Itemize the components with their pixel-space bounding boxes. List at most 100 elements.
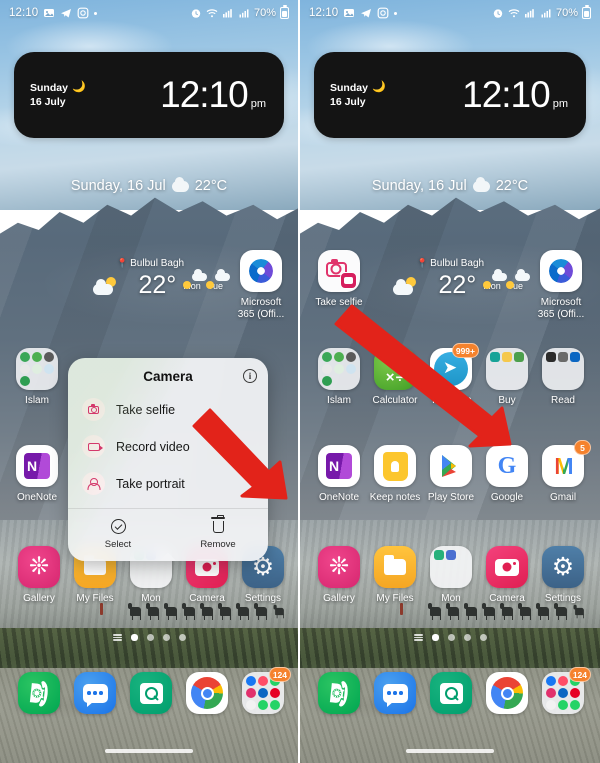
gallery-icon: ❊ <box>18 546 60 588</box>
bottom-dock-messages[interactable] <box>366 672 424 714</box>
weather-widget[interactable]: 📍 Bulbul Bagh 22° Mon Tue <box>78 258 231 300</box>
app-label: Read <box>551 395 575 406</box>
dot-icon <box>94 11 98 15</box>
bottom-dock-finder[interactable] <box>422 672 480 714</box>
read-folder-icon <box>542 348 584 390</box>
clock-widget[interactable]: Sunday 🌙 16 July 12:10 pm <box>314 52 586 138</box>
remove-button[interactable]: Remove <box>168 509 268 561</box>
home-lines-icon[interactable] <box>112 634 122 641</box>
bottom-dock-phone[interactable]: ☎ <box>10 672 68 714</box>
weather-summary-line[interactable]: Sunday, 16 Jul 22°C <box>300 176 600 194</box>
app-google[interactable]: G Google <box>478 445 536 504</box>
bottom-dock-messages[interactable] <box>66 672 124 714</box>
battery-percent: 70% <box>555 7 578 19</box>
app-gmail[interactable]: M 5 Gmail <box>534 440 592 504</box>
app-keep-notes[interactable]: Keep notes <box>366 445 424 504</box>
my-files-icon <box>374 546 416 588</box>
page-dot[interactable] <box>162 634 170 641</box>
microsoft-365-icon <box>540 250 582 292</box>
dock-item-settings[interactable]: ⚙ Settings <box>534 546 592 605</box>
page-dot[interactable] <box>146 634 154 641</box>
left-phone-panel: 12:10 70% Sunday 🌙 16 July 12:10 pm Sund… <box>0 0 300 763</box>
weather-date-text: Sunday, 16 Jul <box>371 178 467 194</box>
signal2-icon <box>238 7 250 19</box>
page-dot-active[interactable] <box>431 634 439 641</box>
weather-summary-line[interactable]: Sunday, 16 Jul 22°C <box>0 176 298 194</box>
page-dot[interactable] <box>178 634 186 641</box>
dock-item-camera[interactable]: Camera <box>478 546 536 605</box>
signal-icon <box>222 7 234 19</box>
select-button[interactable]: Select <box>68 509 168 561</box>
app-label: Microsoft 365 (Offi... <box>237 297 285 320</box>
app-play-store[interactable]: Play Store <box>422 445 480 504</box>
gallery-icon: ❊ <box>318 546 360 588</box>
mon-folder-icon <box>430 546 472 588</box>
alarm-icon <box>492 7 504 19</box>
page-indicator[interactable] <box>300 634 600 641</box>
video-camera-icon <box>82 435 105 458</box>
app-label: Mon <box>141 593 161 604</box>
app-label: Camera <box>189 593 225 604</box>
social-folder-icon: 124 <box>542 667 591 714</box>
page-dot-active[interactable] <box>130 634 138 641</box>
weather-temp-text: 22°C <box>495 178 529 194</box>
forecast-day: Mon <box>483 268 508 291</box>
clock-date: 16 July <box>30 96 66 109</box>
dock-item-gallery[interactable]: ❊ Gallery <box>10 546 68 605</box>
app-label: Camera <box>489 593 525 604</box>
onenote-icon: N <box>318 445 360 487</box>
status-bar: 12:10 70% <box>300 0 600 26</box>
weather-temperature: 22° <box>138 271 177 299</box>
dock-item-gallery[interactable]: ❊ Gallery <box>310 546 368 605</box>
bottom-dock-social-folder[interactable]: 124 <box>534 667 592 714</box>
clock-widget[interactable]: Sunday 🌙 16 July 12:10 pm <box>14 52 284 138</box>
bottom-dock-phone[interactable]: ☎ <box>310 672 368 714</box>
crescent-moon-icon: 🌙 <box>71 81 86 94</box>
social-folder-icon: 124 <box>242 667 291 714</box>
app-badge: 5 <box>574 440 591 455</box>
page-dot[interactable] <box>479 634 487 641</box>
nav-gesture-bar[interactable] <box>0 743 298 759</box>
bottom-dock-social-folder[interactable]: 124 <box>234 667 292 714</box>
right-phone-panel: 12:10 70% Sunday 🌙 16 July 12:10 pm Sund… <box>300 0 600 763</box>
app-onenote[interactable]: N OneNote <box>8 445 66 504</box>
bottom-dock-chrome[interactable] <box>478 672 536 714</box>
page-indicator[interactable] <box>0 634 298 641</box>
app-label: Settings <box>244 593 282 604</box>
clock-time: 12:10 <box>160 74 249 115</box>
dot-icon <box>394 11 398 15</box>
info-icon[interactable]: i <box>243 369 257 383</box>
bottom-dock-chrome[interactable] <box>178 672 236 714</box>
bottom-dock-finder[interactable] <box>122 672 180 714</box>
dock-item-my-files[interactable]: My Files <box>366 546 424 605</box>
app-microsoft-365[interactable]: Microsoft 365 (Offi... <box>532 250 590 321</box>
play-store-icon <box>430 445 472 487</box>
app-islam-folder[interactable]: Islam <box>8 348 66 407</box>
app-read-folder[interactable]: Read <box>534 348 592 407</box>
sun-cloud-icon <box>92 276 117 295</box>
islam-folder-icon <box>16 348 58 390</box>
page-dot[interactable] <box>463 634 471 641</box>
forecast-day: Tue <box>506 268 531 291</box>
microsoft-365-icon <box>240 250 282 292</box>
messages-icon <box>74 672 116 714</box>
home-lines-icon[interactable] <box>413 634 423 641</box>
dock-item-mon-folder[interactable]: Mon <box>422 546 480 605</box>
photo-icon <box>343 7 355 19</box>
nav-gesture-bar[interactable] <box>300 743 600 759</box>
app-microsoft-365[interactable]: Microsoft 365 (Offi... <box>232 250 290 321</box>
app-onenote[interactable]: N OneNote <box>310 445 368 504</box>
menu-item-label: Take portrait <box>116 476 185 491</box>
weather-location: Bulbul Bagh <box>430 258 485 269</box>
app-label: Gallery <box>23 593 55 604</box>
clock-day: Sunday <box>330 81 368 94</box>
folder-badge: 124 <box>268 667 291 682</box>
instagram-icon <box>377 7 389 19</box>
google-icon: G <box>486 445 528 487</box>
portrait-person-icon <box>82 472 105 495</box>
signal-icon <box>524 7 536 19</box>
screenshot-stage: 12:10 70% Sunday 🌙 16 July 12:10 pm Sund… <box>0 0 600 763</box>
app-label: OneNote <box>318 492 360 503</box>
location-pin-icon: 📍 <box>416 258 429 268</box>
page-dot[interactable] <box>447 634 455 641</box>
